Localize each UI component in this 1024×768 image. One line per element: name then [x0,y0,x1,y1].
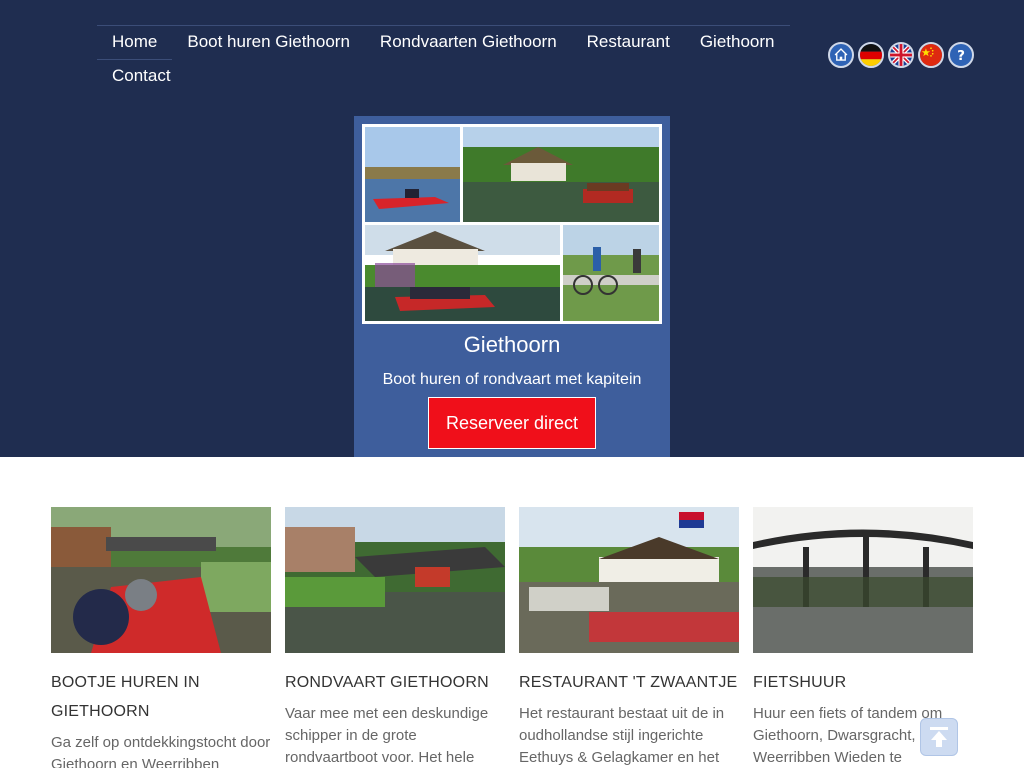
collage-photo-canal-houses [463,127,659,222]
flag-de-icon[interactable] [858,42,884,68]
hero-title: Giethoorn [463,332,561,357]
card-rondvaart[interactable]: RONDVAART GIETHOORN Vaar mee met een des… [285,507,505,768]
nav-contact[interactable]: Contact [97,60,186,93]
nav-rondvaarten[interactable]: Rondvaarten Giethoorn [365,26,572,60]
card-image-fietshuur[interactable] [753,507,973,653]
card-image-restaurant[interactable] [519,507,739,653]
collage-photo-speedboat [365,127,460,222]
nav-boot-huren[interactable]: Boot huren Giethoorn [172,26,365,60]
scroll-to-top-icon[interactable] [920,718,958,756]
card-title: FIETSHUUR [753,674,847,691]
home-icon[interactable] [828,42,854,68]
reserveer-button[interactable]: Reserveer direct [428,397,596,449]
help-icon[interactable]: ? [948,42,974,68]
card-text: Ga zelf op ontdekkingstocht door Giethoo… [51,734,271,768]
nav-giethoorn[interactable]: Giethoorn [685,26,790,60]
svg-text:?: ? [957,48,965,64]
collage-photo-cyclists [563,225,659,321]
card-title: RESTAURANT 'T ZWAANTJE [519,674,738,691]
card-restaurant[interactable]: RESTAURANT 'T ZWAANTJE Het restaurant be… [519,507,739,768]
card-image-rondvaart[interactable] [285,507,505,653]
flag-uk-icon[interactable] [888,42,914,68]
nav-restaurant[interactable]: Restaurant [572,26,685,60]
language-icons: ? [828,42,974,68]
card-text: Het restaurant bestaat uit de in oudholl… [519,705,725,766]
main-nav: Home Boot huren Giethoorn Rondvaarten Gi… [97,25,790,93]
nav-home[interactable]: Home [97,26,173,60]
hero-collage [362,124,662,324]
card-bootje-huren[interactable]: BOOTJE HUREN IN GIETHOORN Ga zelf op ont… [51,507,271,768]
header-band: Home Boot huren Giethoorn Rondvaarten Gi… [0,0,1024,457]
card-title: BOOTJE HUREN IN GIETHOORN [51,674,200,720]
hero-subtitle: Boot huren of rondvaart met kapitein [382,371,642,388]
flag-cn-icon[interactable] [918,42,944,68]
card-title: RONDVAART GIETHOORN [285,674,489,691]
collage-photo-boat-people [365,225,560,321]
card-image-bootje[interactable] [51,507,271,653]
hero-box: Giethoorn Boot huren of rondvaart met ka… [354,116,670,457]
card-text: Vaar mee met een deskundige schipper in … [285,705,489,766]
